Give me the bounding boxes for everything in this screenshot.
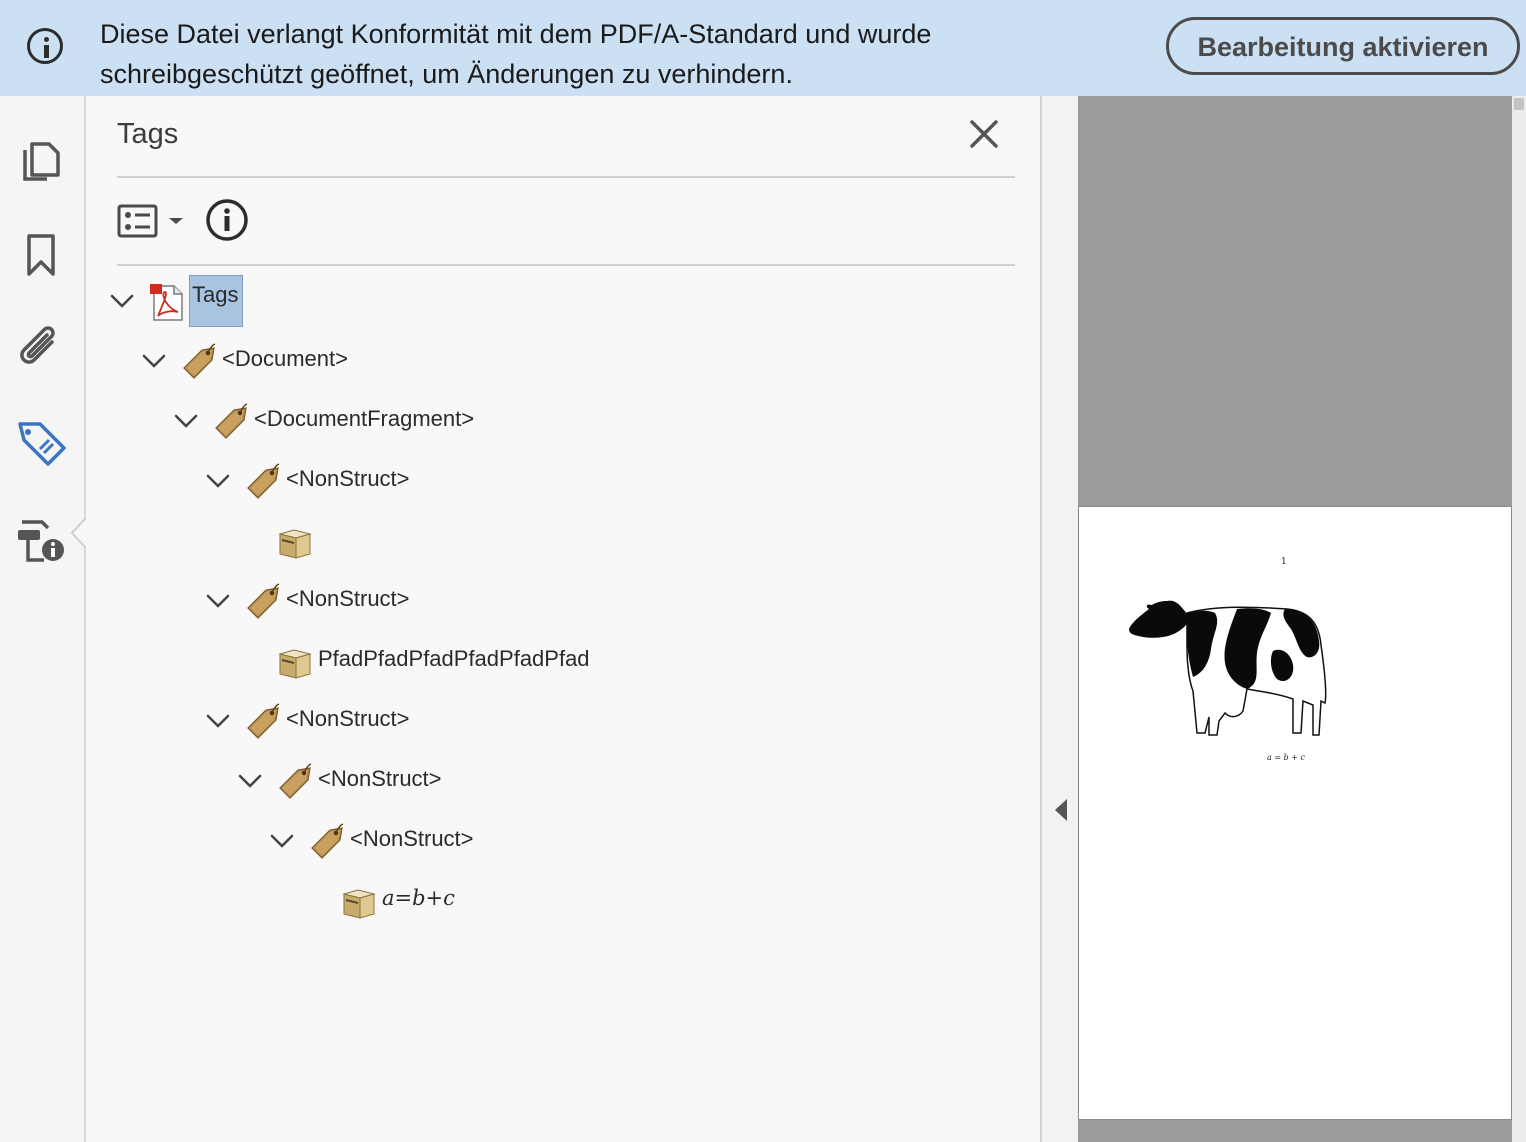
tree-node-label: <NonStruct> xyxy=(286,586,410,611)
tree-tag-node[interactable]: <NonStruct> xyxy=(268,816,1016,872)
panel-splitter[interactable] xyxy=(1040,96,1078,1142)
chevron-down-icon[interactable] xyxy=(204,470,232,492)
page-number: 1 xyxy=(1281,557,1287,567)
tree-node-label: Tags xyxy=(188,275,244,327)
tree-node-label: a=b+c xyxy=(382,886,455,910)
tree-node-label: <Document> xyxy=(222,346,348,371)
tree-node-label: <NonStruct> xyxy=(350,826,474,851)
pdf-page: 1 a = b + c xyxy=(1078,506,1512,1120)
cow-image xyxy=(1129,600,1327,736)
tags-tree: Tags <Document> <DocumentFragment> <NonStru… xyxy=(86,96,1040,1142)
content-box-icon xyxy=(340,882,378,922)
tree-tag-node[interactable]: <DocumentFragment> xyxy=(172,396,1016,452)
vertical-scrollbar[interactable] xyxy=(1512,96,1526,1142)
tag-icon xyxy=(308,822,346,862)
tag-icon xyxy=(180,342,218,382)
tree-content-node[interactable]: a=b+c xyxy=(300,876,1016,932)
document-properties-icon[interactable] xyxy=(12,510,72,570)
bookmark-icon[interactable] xyxy=(12,226,72,286)
tags-panel: Tags Tags <Document> <DocumentFragment> <No… xyxy=(86,96,1040,1142)
tag-icon xyxy=(244,462,282,502)
tags-icon[interactable] xyxy=(12,414,72,474)
content-box-icon xyxy=(276,642,314,682)
chevron-down-icon[interactable] xyxy=(236,770,264,792)
active-indicator-icon xyxy=(70,518,86,548)
tree-tag-node[interactable]: <NonStruct> xyxy=(204,696,1016,752)
tree-node-label: <NonStruct> xyxy=(286,466,410,491)
banner-message: Diese Datei verlangt Konformität mit dem… xyxy=(100,19,932,89)
attachment-icon[interactable] xyxy=(12,318,72,378)
tree-root-node[interactable]: Tags xyxy=(108,275,1016,332)
tree-tag-node[interactable]: <NonStruct> xyxy=(236,756,1016,812)
collapse-panel-icon[interactable] xyxy=(1054,798,1068,822)
scroll-thumb[interactable] xyxy=(1514,98,1524,110)
pdf-file-icon xyxy=(148,282,186,322)
enable-editing-button[interactable]: Bearbeitung aktivieren xyxy=(1166,17,1520,75)
chevron-down-icon[interactable] xyxy=(108,290,136,312)
tree-tag-node[interactable]: <NonStruct> xyxy=(204,576,1016,632)
chevron-down-icon[interactable] xyxy=(204,590,232,612)
tag-icon xyxy=(244,582,282,622)
tool-rail xyxy=(0,96,86,1142)
tree-content-node[interactable]: PfadPfadPfadPfadPfadPfad xyxy=(236,636,1016,692)
document-view[interactable]: 1 a = b + c xyxy=(1078,96,1512,1142)
chevron-down-icon[interactable] xyxy=(172,410,200,432)
tag-icon xyxy=(276,762,314,802)
tag-icon xyxy=(244,702,282,742)
content-box-icon xyxy=(276,522,314,562)
info-banner: Diese Datei verlangt Konformität mit dem… xyxy=(0,0,1526,96)
tree-tag-node[interactable]: <Document> xyxy=(140,336,1016,392)
formula-text: a = b + c xyxy=(1267,753,1305,762)
tree-content-node[interactable] xyxy=(236,516,1016,572)
chevron-down-icon[interactable] xyxy=(268,830,296,852)
tree-tag-node[interactable]: <NonStruct> xyxy=(204,456,1016,512)
tag-icon xyxy=(212,402,250,442)
chevron-down-icon[interactable] xyxy=(140,350,168,372)
tree-node-label: <NonStruct> xyxy=(318,766,442,791)
chevron-down-icon[interactable] xyxy=(204,710,232,732)
pages-icon[interactable] xyxy=(12,130,72,190)
info-icon xyxy=(27,28,63,64)
tree-node-label: <DocumentFragment> xyxy=(254,406,475,431)
tree-node-label: <NonStruct> xyxy=(286,706,410,731)
tree-node-label: PfadPfadPfadPfadPfadPfad xyxy=(318,646,590,671)
